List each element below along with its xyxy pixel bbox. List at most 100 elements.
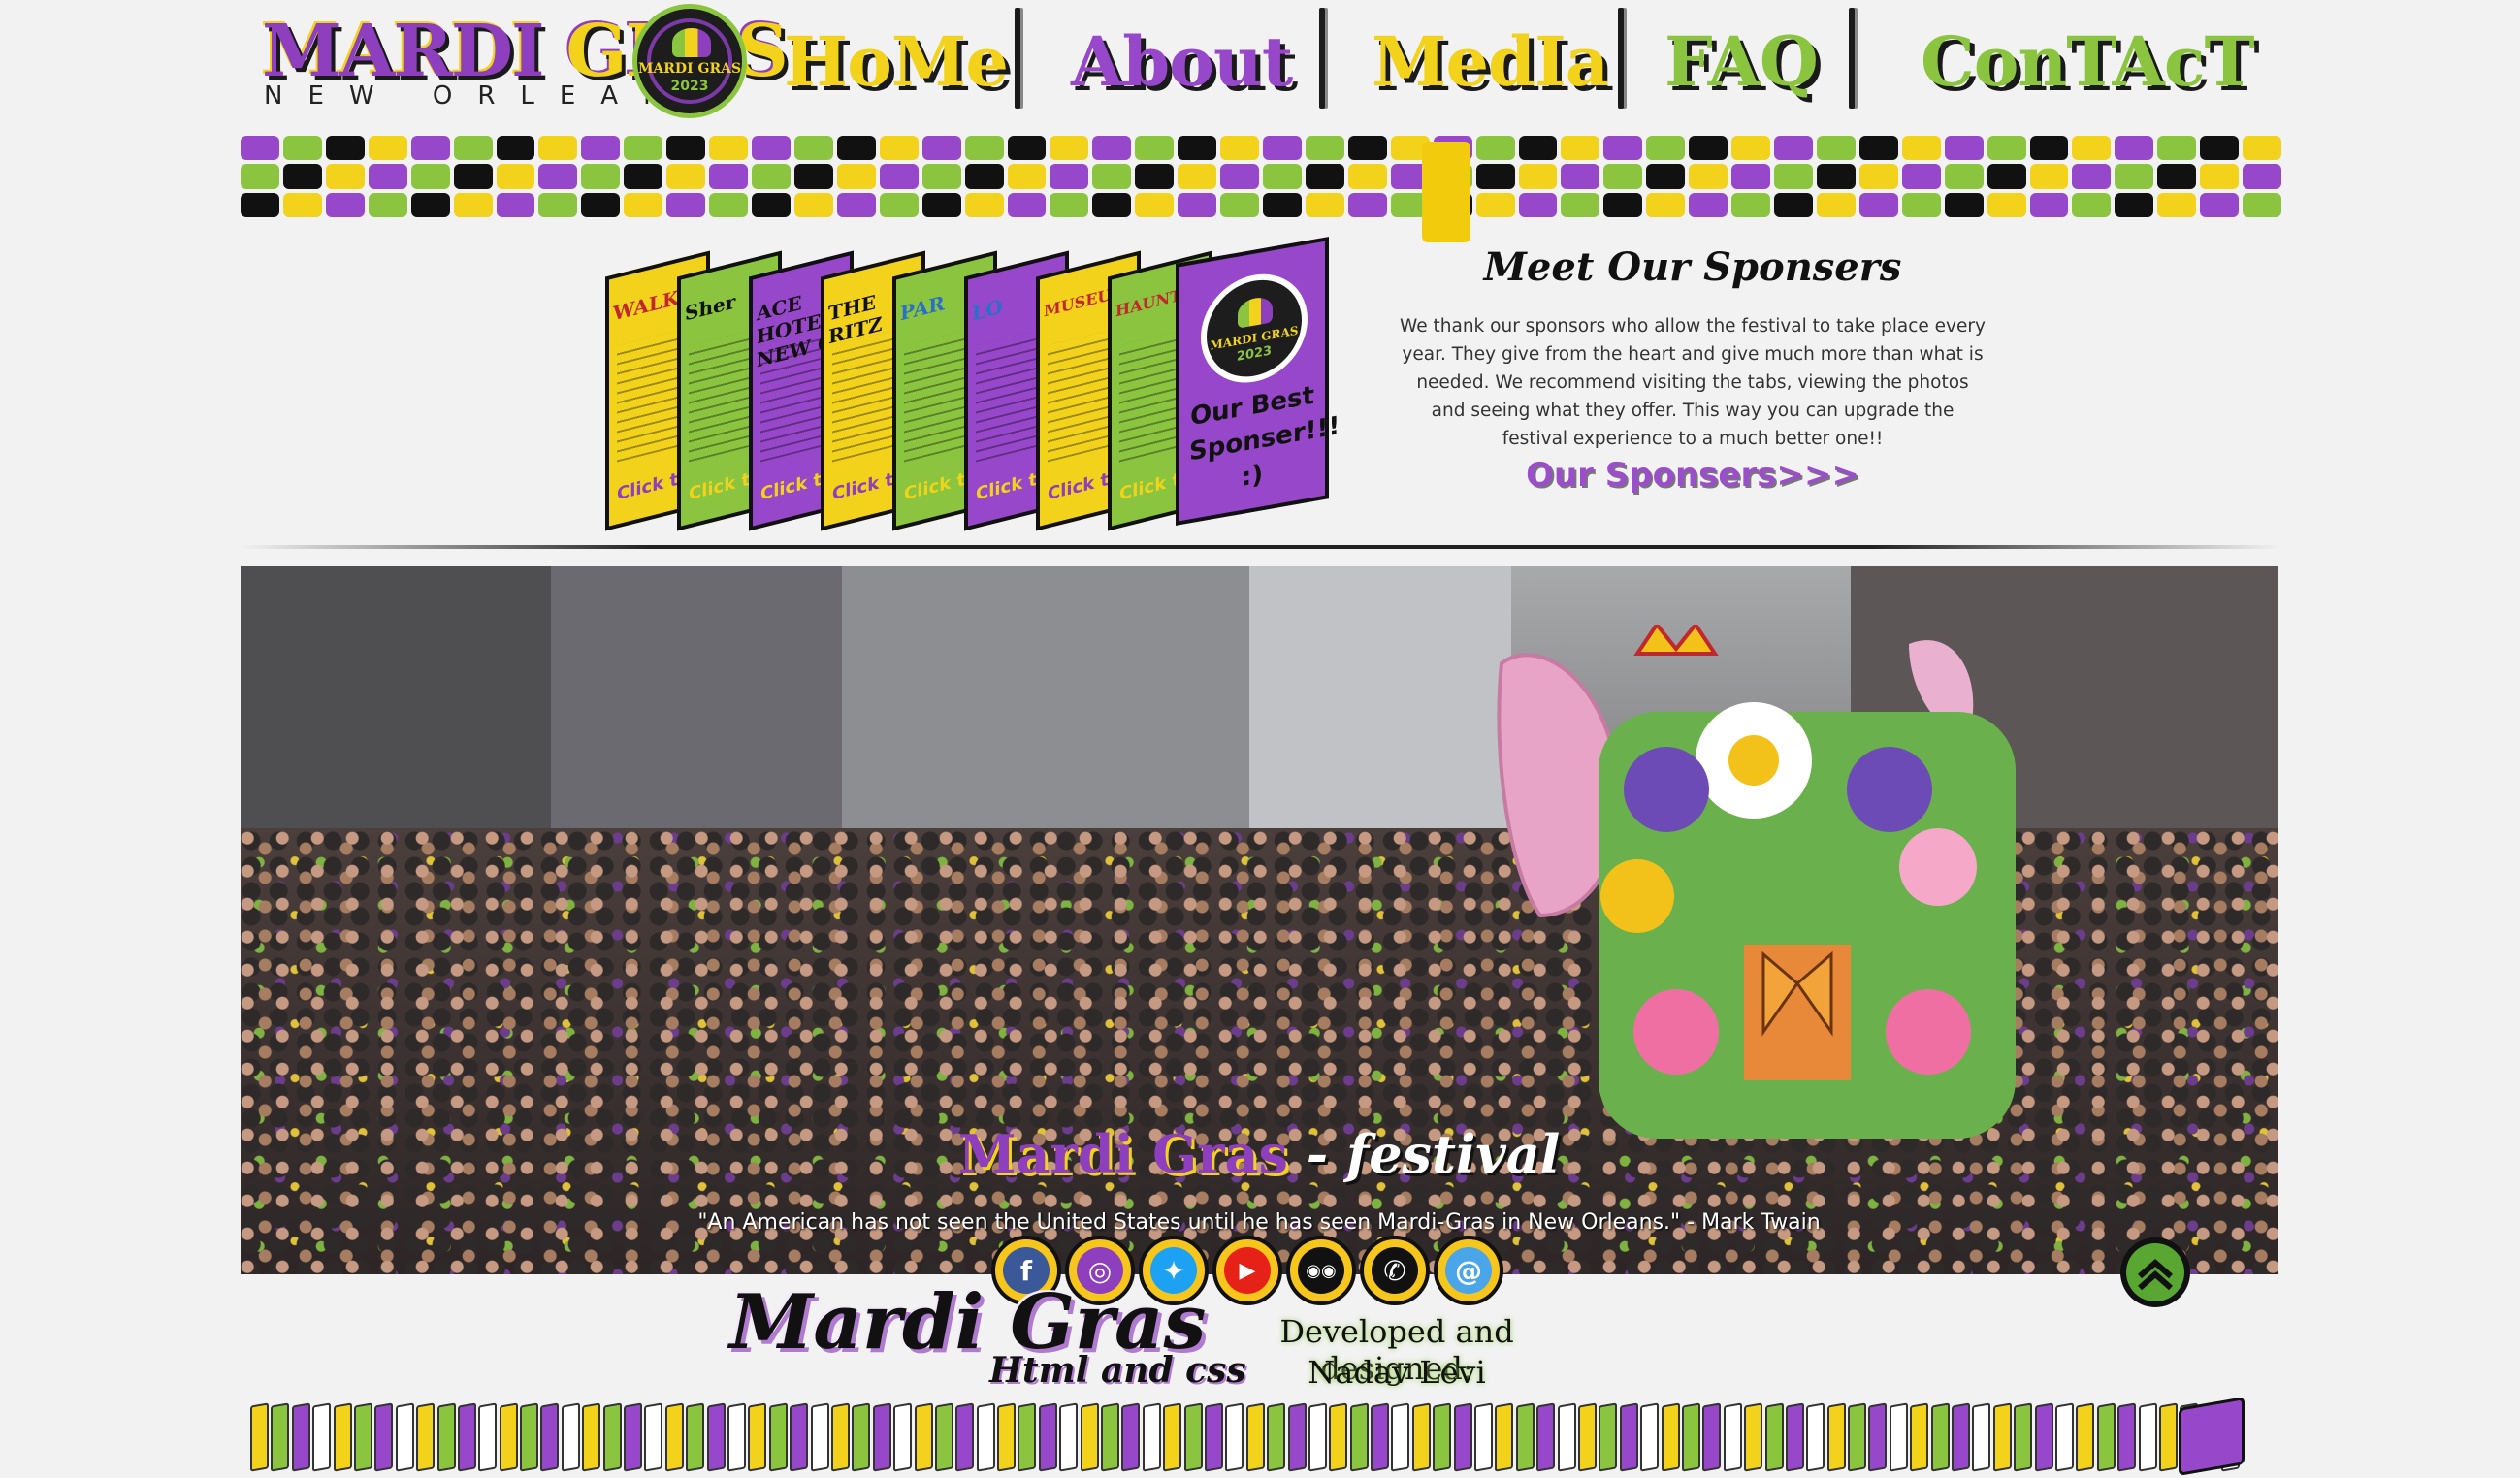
pattern-tile <box>2200 136 2240 161</box>
pattern-tile <box>836 164 876 189</box>
footer-strip-card <box>1640 1402 1660 1472</box>
email-button[interactable]: @ <box>1434 1236 1503 1305</box>
footer-strip-card <box>1536 1402 1556 1472</box>
pattern-tile <box>282 192 322 217</box>
footer-strip-card <box>1245 1402 1266 1472</box>
pattern-tile <box>1135 164 1175 189</box>
developer-name: Nadav Levi <box>1308 1354 1486 1391</box>
pattern-tile <box>368 164 407 189</box>
tripadvisor-button[interactable]: ◉◉ <box>1286 1236 1356 1305</box>
pattern-tile <box>325 136 365 161</box>
footer-strip-card <box>1764 1402 1784 1472</box>
pattern-tile <box>1305 192 1344 217</box>
footer-strip-card <box>1681 1402 1701 1472</box>
footer-strip-card <box>2076 1402 2095 1472</box>
footer-strip-card <box>1889 1402 1909 1472</box>
pattern-tile <box>1135 192 1175 217</box>
footer-strip-card <box>1744 1402 1763 1472</box>
footer-strip-card <box>1204 1402 1224 1472</box>
pattern-tile <box>2029 164 2069 189</box>
footer-strip-card <box>1992 1402 2013 1472</box>
pattern-tile <box>1347 192 1387 217</box>
pattern-tile <box>1220 192 1259 217</box>
footer-strip-card <box>2158 1402 2179 1472</box>
pattern-tile <box>709 164 748 189</box>
pattern-tile <box>581 136 621 161</box>
nav-about[interactable]: About <box>1071 21 1293 102</box>
jester-hat-icon <box>1238 295 1273 329</box>
nav-home[interactable]: HoMe <box>784 21 1009 102</box>
section-divider <box>241 545 2281 549</box>
footer-strip-card <box>893 1402 913 1472</box>
footer-strip-card <box>664 1402 685 1472</box>
nav-media[interactable]: MedIa <box>1372 21 1609 102</box>
pattern-tile <box>1901 192 1941 217</box>
footer-strip-card <box>644 1402 663 1472</box>
pattern-tile <box>793 192 833 217</box>
our-sponsors-link[interactable]: Our Sponsers>>> <box>1397 456 1988 495</box>
pattern-tile <box>793 164 833 189</box>
pattern-tile <box>1944 164 1984 189</box>
pattern-tile <box>1050 192 1089 217</box>
pattern-tile <box>1774 136 1813 161</box>
hero-title: Mardi Gras - festival <box>241 1123 2278 1185</box>
pattern-tile <box>325 192 365 217</box>
sponsors-description: We thank our sponsors who allow the fest… <box>1400 316 1986 449</box>
pattern-tile <box>879 136 919 161</box>
chevron-up-icon <box>2126 1243 2184 1301</box>
footer-strip-card <box>1080 1402 1100 1472</box>
logo-emblem[interactable]: MARDI GRAS 2023 <box>632 4 747 118</box>
footer-strip-card <box>540 1402 560 1472</box>
youtube-button[interactable]: ▶ <box>1212 1236 1282 1305</box>
pattern-tile <box>1987 192 2026 217</box>
pattern-tile <box>2243 136 2281 161</box>
pattern-tile <box>1858 192 1898 217</box>
pattern-tile <box>496 192 535 217</box>
pattern-tile <box>836 136 876 161</box>
footer-strip-card <box>374 1402 394 1472</box>
pattern-tile <box>410 136 450 161</box>
pattern-tile <box>1774 164 1813 189</box>
pattern-tile <box>624 164 663 189</box>
footer-strip-card <box>748 1402 767 1472</box>
pattern-tile <box>2157 164 2197 189</box>
pattern-tile <box>1178 136 1217 161</box>
footer-strip-card <box>1142 1402 1162 1472</box>
footer-strip-card <box>1495 1402 1514 1472</box>
hero-title-festival: - festival <box>1306 1123 1561 1185</box>
footer-strip-card <box>624 1402 643 1472</box>
nav-faq[interactable]: FAQ <box>1664 21 1819 102</box>
footer-strip-card <box>2096 1402 2116 1472</box>
footer-strip-card <box>934 1402 954 1472</box>
pattern-tile <box>410 192 450 217</box>
pattern-tile <box>1518 164 1558 189</box>
pattern-tile <box>624 136 663 161</box>
pattern-tile <box>1518 136 1558 161</box>
footer-strip-card <box>271 1402 290 1472</box>
pattern-tile <box>1007 136 1047 161</box>
pattern-tile <box>496 136 535 161</box>
best-sponsor-card[interactable]: MARDI GRAS 2023 Our Best Sponser!!! :) <box>1176 237 1340 526</box>
hero-parade-float <box>1497 625 2016 1139</box>
footer-strip-card <box>1453 1402 1473 1472</box>
pattern-tile <box>1347 164 1387 189</box>
pattern-tile <box>964 164 1004 189</box>
footer-strip-card <box>1329 1402 1348 1472</box>
pattern-tile <box>1518 192 1558 217</box>
nav-contact[interactable]: ConTAcT <box>1921 21 2255 102</box>
pattern-tile <box>1347 136 1387 161</box>
footer-strip-card <box>1578 1402 1598 1472</box>
pattern-tile <box>1731 136 1770 161</box>
footer-strip-card <box>291 1402 311 1472</box>
pattern-tile <box>1263 136 1302 161</box>
pattern-tile <box>921 164 961 189</box>
pattern-tile <box>2029 136 2069 161</box>
phone-button[interactable]: ✆ <box>1360 1236 1430 1305</box>
footer-strip-card <box>436 1402 456 1472</box>
pattern-tile <box>752 136 791 161</box>
scroll-to-top-button[interactable] <box>2120 1237 2190 1307</box>
pattern-tile <box>709 192 748 217</box>
footer-strip-card <box>1038 1402 1058 1472</box>
pattern-tile <box>1135 136 1175 161</box>
pattern-tile <box>921 136 961 161</box>
